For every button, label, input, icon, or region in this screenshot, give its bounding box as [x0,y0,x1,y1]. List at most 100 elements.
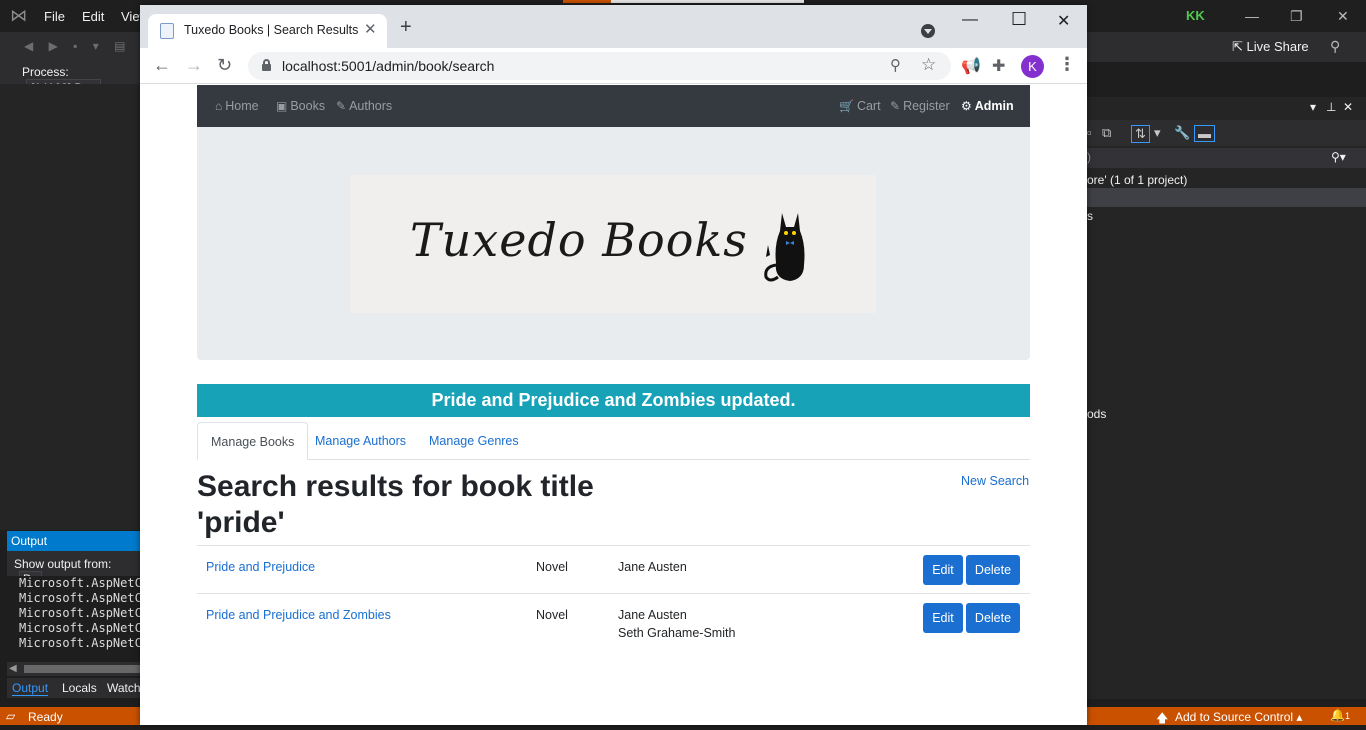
solution-node[interactable]: ore' (1 of 1 project) [1087,173,1187,187]
tab-watch[interactable]: Watch [107,681,141,695]
tab-manage-authors[interactable]: Manage Authors [302,422,419,460]
vs-restore-icon[interactable]: ❐ [1290,8,1303,25]
vs-editor-area [0,84,140,530]
preview-icon[interactable]: ▬ [1194,125,1215,142]
browser-tab-title: Tuxedo Books | Search Results [184,23,359,37]
wrench-icon[interactable]: 🔧 [1174,125,1190,141]
output-source-bar: Show output from: De [7,551,140,587]
panel-dropdown-icon[interactable]: ▾ [1310,100,1316,114]
output-scroll-thumb[interactable] [24,665,140,673]
new-search-link[interactable]: New Search [961,474,1029,488]
vs-toolbar-nav-icons[interactable]: ◀ ▶ ▪ ▾ ▤ [24,39,131,53]
solution-search-input[interactable]: ) ⚲▾ [1087,148,1366,168]
book-authors: Jane Austen Seth Grahame-Smith [618,606,735,642]
success-alert: Pride and Prejudice and Zombies updated. [197,384,1030,417]
web-page: ⌂ Home ▣ Books ✎ Authors 🛒 Cart ✎ Register ⚙ A… [140,85,1087,725]
panel-pin-icon[interactable]: ⊥ [1326,100,1336,114]
solution-explorer-toolbar [1087,120,1366,146]
add-to-source-control-button[interactable]: Add to Source Control ▴ [1175,710,1302,724]
bookmark-star-icon[interactable]: ☆ [921,55,936,75]
nav-authors[interactable]: ✎ Authors [336,99,392,113]
nav-admin[interactable]: ⚙ Admin [961,99,1014,113]
output-line: Microsoft.AspNetC [19,576,140,590]
tuxedo-cat-icon [764,213,805,282]
tab-search-icon[interactable] [921,24,935,38]
book-author: Jane Austen [618,608,687,622]
address-bar[interactable]: localhost:5001/admin/book/search ⚲ ☆ [248,52,951,80]
sync-dropdown-icon[interactable]: ▾ [1154,125,1161,141]
output-line: Microsoft.AspNetC [19,621,140,635]
scroll-left-icon[interactable]: ◀ [9,663,17,674]
vs-menu-file[interactable]: File [44,9,65,24]
vs-account-avatar[interactable]: KK [1186,8,1212,26]
status-window-icon: ▱ [6,709,16,723]
show-output-label: Show output from: [14,557,112,571]
book-title-link[interactable]: Pride and Prejudice and Zombies [206,606,391,624]
nav-home[interactable]: ⌂ Home [215,99,259,113]
tab-manage-genres[interactable]: Manage Genres [416,422,532,460]
tree-node[interactable]: ods [1087,407,1106,421]
book-genre: Novel [536,560,568,574]
vs-title-search [611,0,804,3]
output-line: Microsoft.AspNetC [19,636,140,650]
status-ready: Ready [28,710,63,724]
panel-close-icon[interactable]: ✕ [1343,100,1353,114]
book-genre: Novel [536,608,568,622]
solution-tree-selection [1087,188,1366,207]
reload-icon[interactable]: ↻ [217,55,232,75]
extensions-puzzle-icon[interactable]: ✚ [992,56,1005,76]
edit-button[interactable]: Edit [923,603,963,633]
browser-tab[interactable]: Tuxedo Books | Search Results ✕ [148,14,387,48]
profile-avatar[interactable]: K [1021,55,1044,78]
tree-node[interactable]: s [1087,209,1093,223]
delete-button[interactable]: Delete [966,603,1020,633]
gear-icon: ⚙ [961,99,972,113]
edit-button[interactable]: Edit [923,555,963,585]
output-line: Microsoft.AspNetC [19,606,140,620]
page-favicon-icon [160,23,174,39]
sync-icon[interactable]: ⇅ [1131,125,1150,143]
megaphone-extension-icon[interactable]: 📢 [961,56,981,76]
delete-button[interactable]: Delete [966,555,1020,585]
browser-menu-icon[interactable]: ⋮ [1058,54,1076,75]
home-icon: ⌂ [215,99,223,113]
close-window-icon[interactable]: ✕ [1057,11,1070,31]
browser-tab-strip: Tuxedo Books | Search Results ✕ + — ☐ ✕ [140,5,1087,48]
nav-register[interactable]: ✎ Register [890,99,950,113]
vs-menu-edit[interactable]: Edit [82,9,104,24]
logo-text: Tuxedo Books [410,213,748,267]
notification-bell-icon[interactable]: 🔔1 [1330,708,1350,722]
browser-toolbar: ← → ↻ localhost:5001/admin/book/search ⚲… [140,48,1087,84]
new-tab-button[interactable]: + [400,17,412,37]
cart-icon: 🛒 [839,99,854,113]
vs-close-icon[interactable]: ✕ [1337,8,1349,25]
collapse-icon[interactable]: ▫ [1087,125,1092,140]
hero-jumbotron: Tuxedo Books [197,127,1030,360]
tab-locals[interactable]: Locals [62,681,97,695]
browser-window: Tuxedo Books | Search Results ✕ + — ☐ ✕ … [140,5,1087,725]
tab-manage-books[interactable]: Manage Books [197,422,309,460]
site-logo: Tuxedo Books [350,175,876,313]
zoom-icon[interactable]: ⚲ [890,56,901,74]
process-label: Process: [22,65,69,79]
edit-icon: ✎ [890,99,901,113]
tab-output[interactable]: Output [12,681,49,696]
forward-icon[interactable]: → [185,55,203,75]
vs-process-bar: Process: [14160] Boo [0,62,140,97]
back-icon[interactable]: ← [153,55,171,75]
book-icon: ▣ [276,99,288,113]
page-title: Search results for book title 'pride' [197,470,594,539]
vs-minimize-icon[interactable]: — [1245,8,1259,24]
nav-cart[interactable]: 🛒 Cart [839,99,881,113]
tab-close-icon[interactable]: ✕ [364,20,377,38]
live-share-button[interactable]: ⇱ Live Share [1232,39,1309,55]
url-text[interactable]: localhost:5001/admin/book/search [282,58,494,74]
maximize-icon[interactable]: ☐ [1011,9,1027,30]
feedback-icon[interactable]: ⚲ [1330,38,1340,55]
book-title-link[interactable]: Pride and Prejudice [206,558,315,576]
minimize-icon[interactable]: — [962,11,978,29]
output-line: Microsoft.AspNetC [19,591,140,605]
lock-icon[interactable] [262,59,271,71]
copy-icon[interactable]: ⧉ [1102,125,1111,141]
nav-books[interactable]: ▣ Books [276,99,325,113]
